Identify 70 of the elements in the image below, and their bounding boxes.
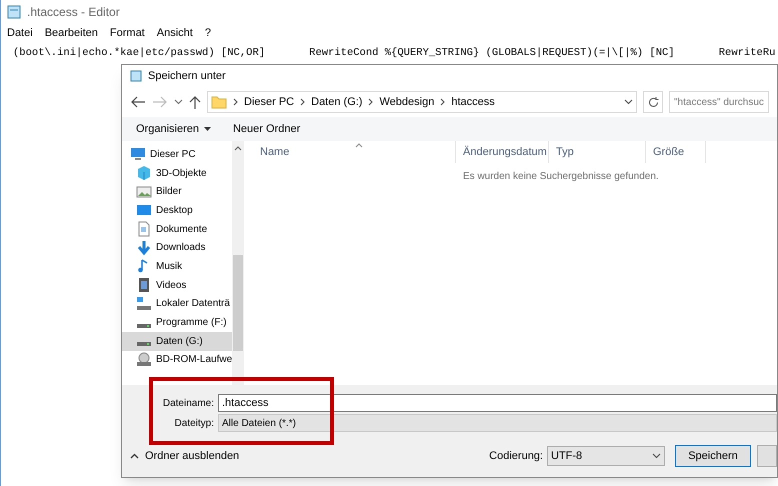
sidebar-item[interactable]: Dieser PC [122,145,232,164]
drive-icon [136,296,152,312]
sidebar-item[interactable]: Bilder [122,182,232,202]
sidebar-item[interactable]: Downloads [122,238,232,258]
chevron-right-icon[interactable] [300,98,306,106]
menu-item[interactable]: Ansicht [156,24,193,42]
column-header[interactable]: Größe [646,141,706,163]
window-title: .htaccess - Editor [27,4,120,21]
drive-icon [137,342,151,346]
sidebar-item[interactable]: Daten (G:) [122,332,232,351]
sidebar-item[interactable]: Programme (F:) [122,313,232,332]
chevron-up-icon [130,453,139,459]
breadcrumb-item[interactable]: Daten (G:) [311,94,362,110]
download-arrow-icon [136,240,152,256]
column-header[interactable]: Name [244,141,456,163]
caret-icon [204,127,211,131]
cube-icon [136,165,152,182]
empty-message: Es wurden keine Suchergebnisse gefunden. [463,170,660,184]
dialog-title: Speichern unter [148,68,226,84]
chevron-right-icon[interactable] [368,98,374,106]
menu-item[interactable]: Datei [7,24,33,42]
toolbar-button[interactable]: Organisieren [136,120,211,138]
disc-drive-icon [136,352,152,368]
filename-field[interactable]: .htaccess [218,394,777,412]
filetype-label: Dateityp: [174,416,215,430]
chevron-down-icon[interactable] [174,99,183,105]
scrollbar-thumb[interactable] [233,255,243,351]
document-icon [136,221,152,238]
back-arrow-icon[interactable] [130,96,146,108]
scrollbar[interactable] [232,141,244,385]
sidebar-item[interactable]: Lokaler Datenträ [122,294,232,314]
hide-folders-button[interactable]: Ordner ausblenden [130,448,240,464]
chevron-right-icon[interactable] [440,98,446,106]
drive-icon [137,324,151,328]
sidebar-item[interactable]: Musik [122,257,232,276]
filetype-dropdown[interactable]: Alle Dateien (*.*) [218,414,777,432]
chevron-right-icon[interactable] [233,98,238,106]
encoding-label: Codierung: [489,448,543,464]
menu-item[interactable]: Format [110,24,145,42]
column-header[interactable]: Änderungsdatum [456,141,549,163]
encoding-dropdown[interactable]: UTF-8 [547,446,665,466]
folder-icon [211,95,227,109]
chevron-down-icon [652,453,661,459]
sidebar-item[interactable]: Dokumente [122,220,232,238]
menu-item[interactable]: Bearbeiten [44,24,98,42]
search-field[interactable]: "htaccess" durchsuc [669,91,769,113]
sidebar-item[interactable]: Videos [122,276,232,294]
filename-label: Dateiname: [162,396,215,410]
address-bar[interactable]: Dieser PC Daten (G:) Webdesign htaccess [207,91,637,113]
sidebar-item[interactable]: BD-ROM-Laufwe [122,350,232,370]
chevron-up-icon[interactable] [234,145,242,151]
computer-icon [130,146,146,162]
refresh-button[interactable] [643,91,663,113]
menu-item[interactable]: ? [204,24,211,42]
breadcrumb-item[interactable]: Webdesign [379,94,434,110]
film-icon [136,277,152,294]
toolbar-button[interactable]: Neuer Ordner [232,120,300,138]
save-button[interactable]: Speichern [675,445,751,467]
text-content[interactable]: (boot\.ini|echo.*kae|etc/passwd) [NC,OR] RewriteCond %{QUERY_STRING} (GLOBALS|REQUEST)(=|\[|%) [NC] RewriteRu [1,42,778,62]
refresh-icon [648,96,658,108]
up-arrow-icon[interactable] [189,95,201,109]
notepad-icon [7,5,21,19]
notepad-icon [130,70,142,82]
sidebar-item[interactable]: Desktop [122,201,232,220]
breadcrumb-item[interactable]: htaccess [451,94,495,110]
sidebar-item[interactable]: 3D-Objekte [122,164,232,182]
column-header[interactable]: Typ [549,141,646,163]
picture-icon [136,184,152,200]
breadcrumb-item[interactable]: Dieser PC [244,94,294,110]
chevron-down-icon[interactable] [624,99,633,105]
